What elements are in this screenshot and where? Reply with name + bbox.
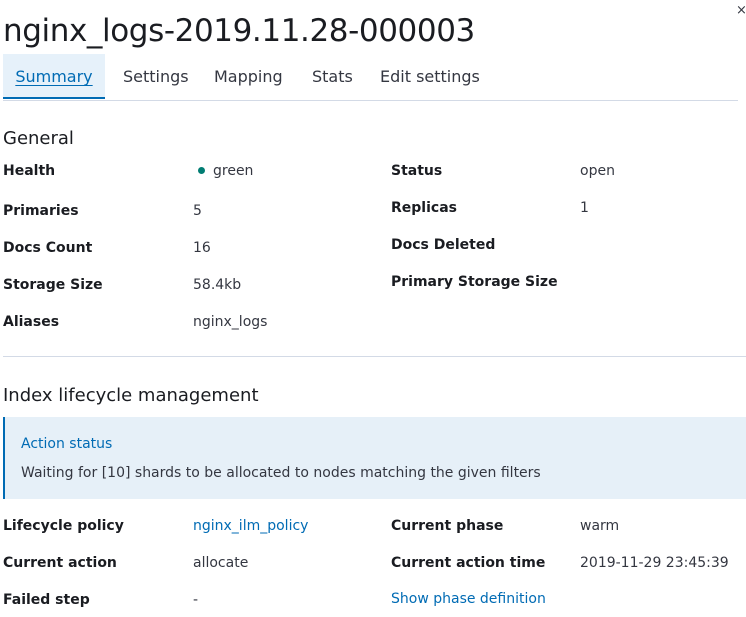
current-action-time-label: Current action time [391,555,546,571]
current-phase-label: Current phase [391,518,504,534]
tab-summary[interactable]: Summary [3,54,105,99]
primaries-value: 5 [193,203,202,219]
callout-body: Waiting for [10] shards to be allocated … [21,465,541,481]
status-label: Status [391,163,443,179]
failed-step-value: - [193,592,199,608]
lifecycle-policy-link[interactable]: nginx_ilm_policy [193,517,308,535]
current-action-value: allocate [193,555,249,571]
aliases-label: Aliases [3,314,60,330]
ilm-section-title: Index lifecycle management [3,385,259,406]
current-action-time-value: 2019-11-29 23:45:39 [580,555,729,571]
tab-edit-settings[interactable]: Edit settings [380,54,480,99]
docs-count-value: 16 [193,240,211,256]
health-value: green [198,162,253,180]
storage-size-value: 58.4kb [193,277,242,293]
health-label: Health [3,163,56,179]
general-section-title: General [3,128,74,149]
show-phase-definition-link[interactable]: Show phase definition [391,590,546,608]
health-status-dot-icon [198,166,205,174]
primaries-label: Primaries [3,203,79,219]
callout-title: Action status [21,436,113,452]
page-title: nginx_logs-2019.11.28-000003 [3,13,475,49]
replicas-label: Replicas [391,200,457,216]
health-value-text: green [213,163,254,179]
docs-deleted-label: Docs Deleted [391,237,496,253]
close-icon[interactable]: × [736,2,746,20]
tab-stats[interactable]: Stats [312,54,353,99]
current-action-label: Current action [3,555,117,571]
action-status-callout: Action status Waiting for [10] shards to… [3,417,746,499]
tab-mapping[interactable]: Mapping [214,54,283,99]
primary-storage-size-label: Primary Storage Size [391,274,558,290]
current-phase-value: warm [580,518,620,534]
lifecycle-policy-label: Lifecycle policy [3,518,124,534]
aliases-value: nginx_logs [193,314,268,330]
section-divider [3,356,746,357]
storage-size-label: Storage Size [3,277,103,293]
docs-count-label: Docs Count [3,240,93,256]
replicas-value: 1 [580,200,589,216]
tab-bar: Summary Settings Mapping Stats Edit sett… [3,54,738,101]
status-value: open [580,163,615,179]
failed-step-label: Failed step [3,592,90,608]
tab-settings[interactable]: Settings [123,54,189,99]
